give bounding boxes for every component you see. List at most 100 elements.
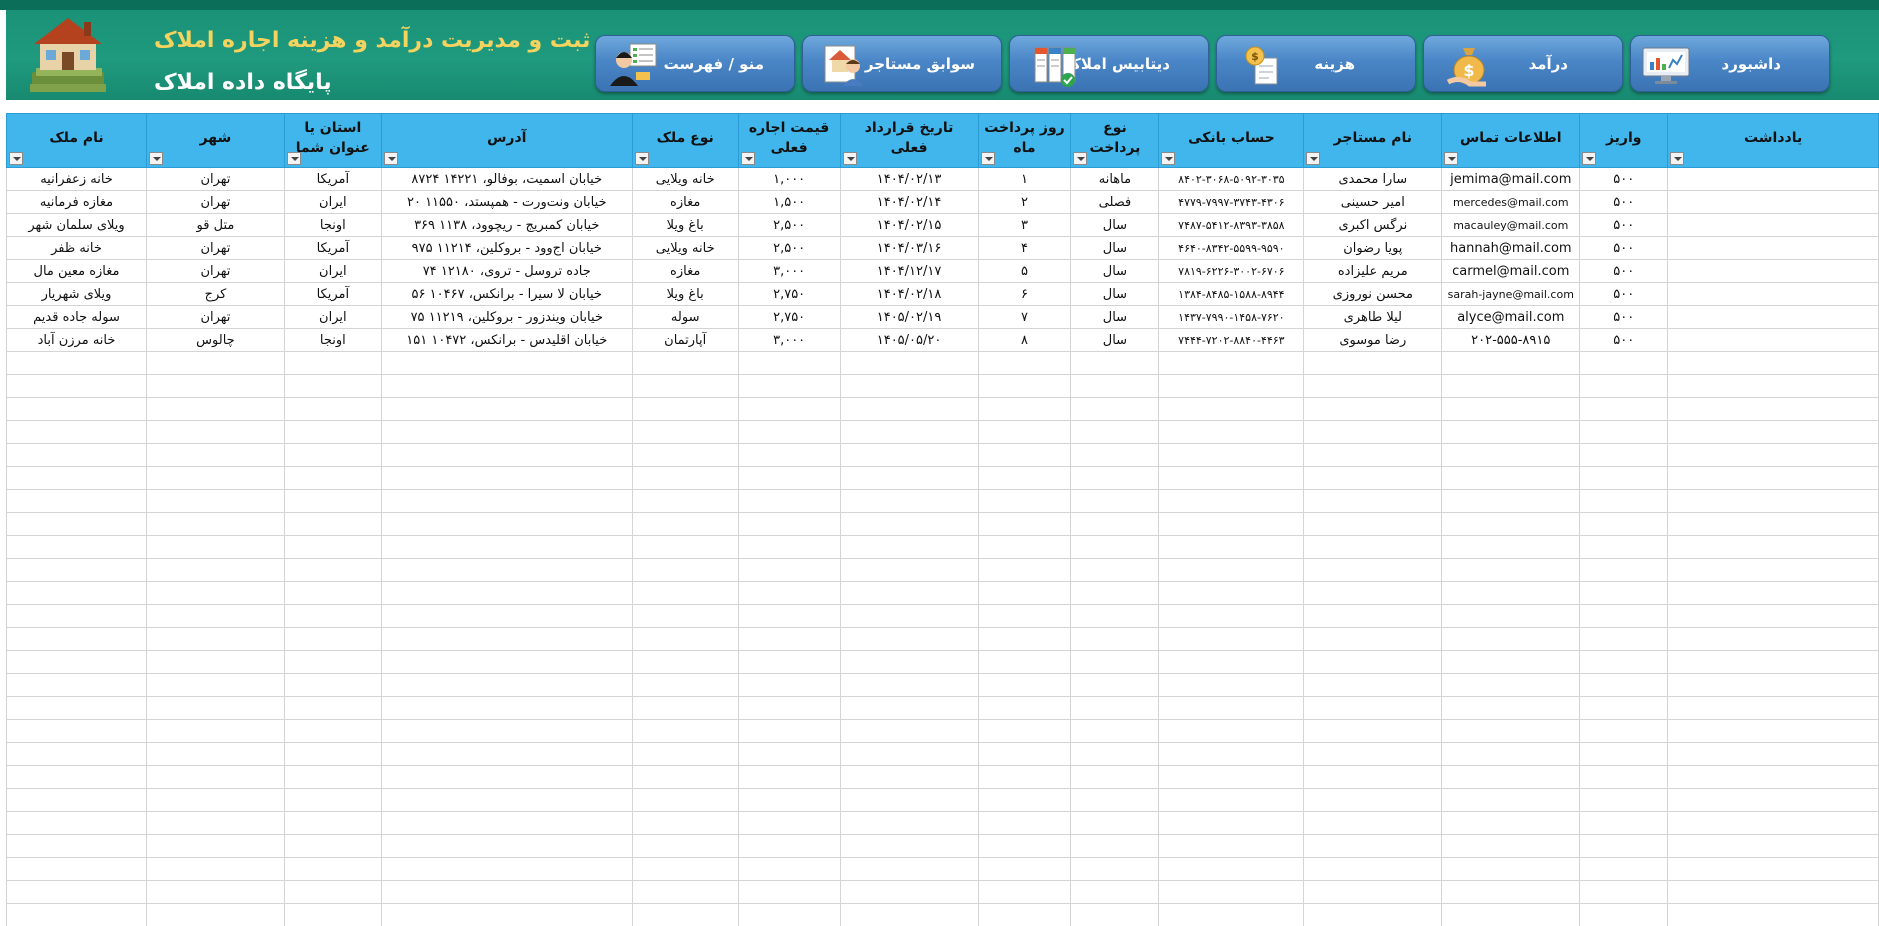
table-cell[interactable] — [1303, 420, 1443, 444]
table-cell[interactable] — [1303, 765, 1443, 789]
table-cell[interactable]: آمریکا — [283, 167, 382, 191]
table-cell[interactable] — [1667, 282, 1879, 306]
table-cell[interactable] — [1303, 880, 1443, 904]
table-cell[interactable] — [146, 466, 285, 490]
table-cell[interactable] — [283, 788, 382, 812]
table-cell[interactable] — [1579, 627, 1669, 651]
table-cell[interactable]: سال — [1070, 282, 1160, 306]
table-cell[interactable] — [839, 351, 979, 375]
table-cell[interactable] — [1303, 558, 1443, 582]
table-cell[interactable] — [631, 443, 739, 467]
table-cell[interactable] — [1158, 834, 1305, 858]
table-cell[interactable] — [6, 857, 148, 881]
table-cell[interactable]: تهران — [146, 167, 285, 191]
table-cell[interactable] — [380, 604, 633, 628]
table-cell[interactable] — [1667, 650, 1879, 674]
table-cell[interactable]: سارا محمدی — [1303, 167, 1443, 191]
column-header[interactable]: تاریخ قرارداد فعلی — [839, 113, 979, 168]
data-grid[interactable]: یادداشت واریز اطلاعات تماس نام مستاجر حساب ب… — [6, 113, 1879, 926]
table-cell[interactable] — [631, 811, 739, 835]
dashboard-button[interactable]: داشبورد — [1630, 35, 1830, 92]
table-cell[interactable] — [1667, 443, 1879, 467]
table-cell[interactable] — [631, 581, 739, 605]
table-cell[interactable] — [1303, 788, 1443, 812]
table-cell[interactable] — [1667, 374, 1879, 398]
table-cell[interactable] — [1303, 374, 1443, 398]
table-cell[interactable] — [1441, 466, 1581, 490]
table-cell[interactable] — [6, 420, 148, 444]
table-cell[interactable] — [1667, 512, 1879, 536]
table-cell[interactable]: مریم علیزاده — [1303, 259, 1443, 283]
table-cell[interactable] — [1667, 420, 1879, 444]
table-cell[interactable] — [1441, 397, 1581, 421]
table-cell[interactable] — [1070, 811, 1160, 835]
table-cell[interactable] — [1579, 673, 1669, 697]
table-cell[interactable] — [1579, 351, 1669, 375]
table-cell[interactable] — [6, 512, 148, 536]
table-cell[interactable] — [977, 374, 1072, 398]
table-cell[interactable] — [1441, 788, 1581, 812]
table-cell[interactable] — [977, 443, 1072, 467]
table-cell[interactable] — [977, 604, 1072, 628]
table-cell[interactable] — [1441, 903, 1581, 926]
table-cell[interactable] — [839, 489, 979, 513]
table-cell[interactable] — [977, 512, 1072, 536]
table-cell[interactable] — [1579, 788, 1669, 812]
table-cell[interactable] — [380, 765, 633, 789]
filter-dropdown-icon[interactable] — [149, 152, 164, 165]
table-cell[interactable] — [146, 650, 285, 674]
table-cell[interactable] — [1070, 834, 1160, 858]
table-cell[interactable] — [1441, 512, 1581, 536]
table-cell[interactable] — [631, 719, 739, 743]
table-cell[interactable] — [1070, 673, 1160, 697]
table-cell[interactable] — [1667, 535, 1879, 559]
table-cell[interactable] — [631, 627, 739, 651]
table-cell[interactable] — [380, 673, 633, 697]
table-cell[interactable] — [6, 351, 148, 375]
table-cell[interactable]: خیابان کمبریج - ریچوود، ۱۱۳۸ ۳۶۹ — [380, 213, 633, 237]
table-cell[interactable]: ۲,۵۰۰ — [737, 213, 841, 237]
table-cell[interactable] — [380, 535, 633, 559]
table-cell[interactable] — [1579, 857, 1669, 881]
table-cell[interactable] — [1303, 857, 1443, 881]
table-cell[interactable] — [380, 466, 633, 490]
table-cell[interactable] — [1158, 512, 1305, 536]
table-cell[interactable]: ۱۴۰۴/۰۲/۱۵ — [839, 213, 979, 237]
table-cell[interactable]: ۵۰۰ — [1579, 305, 1669, 329]
table-cell[interactable] — [380, 880, 633, 904]
table-cell[interactable] — [283, 374, 382, 398]
table-cell[interactable] — [839, 880, 979, 904]
column-header[interactable]: نام ملک — [6, 113, 148, 168]
table-cell[interactable] — [146, 604, 285, 628]
table-cell[interactable]: alyce@mail.com — [1441, 305, 1581, 329]
table-cell[interactable]: ۶ — [977, 282, 1072, 306]
table-cell[interactable] — [1441, 650, 1581, 674]
table-cell[interactable] — [1667, 213, 1879, 237]
table-cell[interactable]: مغازه فرمانیه — [6, 190, 148, 214]
table-cell[interactable]: چالوس — [146, 328, 285, 352]
table-cell[interactable] — [631, 673, 739, 697]
table-cell[interactable] — [737, 742, 841, 766]
table-cell[interactable] — [737, 765, 841, 789]
table-cell[interactable] — [839, 650, 979, 674]
table-cell[interactable] — [1158, 696, 1305, 720]
table-cell[interactable] — [977, 581, 1072, 605]
table-cell[interactable] — [631, 650, 739, 674]
table-cell[interactable]: لیلا طاهری — [1303, 305, 1443, 329]
table-cell[interactable]: مغازه — [631, 190, 739, 214]
table-cell[interactable] — [1441, 696, 1581, 720]
table-cell[interactable] — [737, 650, 841, 674]
table-cell[interactable]: ۵۰۰ — [1579, 282, 1669, 306]
table-cell[interactable] — [380, 397, 633, 421]
table-cell[interactable]: خیابان اسمیت، بوفالو، ۱۴۲۲۱ ۸۷۲۴ — [380, 167, 633, 191]
table-cell[interactable] — [839, 903, 979, 926]
table-cell[interactable] — [631, 742, 739, 766]
table-cell[interactable] — [283, 719, 382, 743]
table-cell[interactable]: فصلی — [1070, 190, 1160, 214]
table-cell[interactable] — [1667, 604, 1879, 628]
table-cell[interactable]: ۱۴۰۴/۰۳/۱۶ — [839, 236, 979, 260]
table-cell[interactable] — [1303, 811, 1443, 835]
table-cell[interactable] — [1667, 581, 1879, 605]
table-cell[interactable]: ۲ — [977, 190, 1072, 214]
table-cell[interactable] — [631, 489, 739, 513]
